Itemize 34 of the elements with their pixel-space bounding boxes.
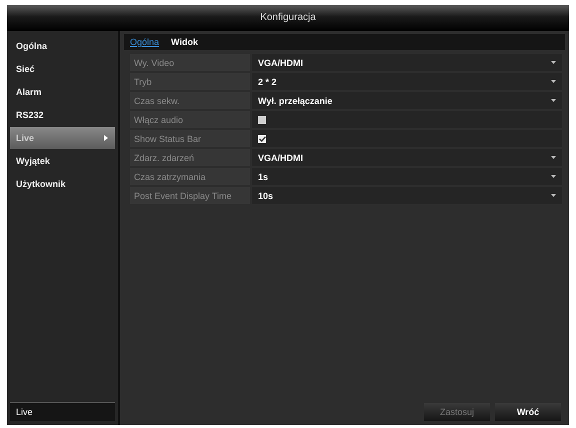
arrow-icon	[104, 135, 108, 141]
caret-icon	[551, 61, 556, 64]
sidebar-item[interactable]: Alarm	[10, 81, 115, 103]
checkbox[interactable]	[258, 134, 266, 142]
dropdown[interactable]: 10s	[252, 187, 562, 204]
caret-icon	[551, 99, 556, 102]
caret-icon	[551, 194, 556, 197]
setting-label: Włącz audio	[130, 111, 250, 128]
setting-label: Wy. Video	[130, 54, 250, 71]
dropdown[interactable]: Wył. przełączanie	[252, 92, 562, 109]
checkbox[interactable]	[258, 116, 266, 124]
sidebar-item[interactable]: Użytkownik	[10, 173, 115, 195]
window-title: Konfiguracja	[7, 5, 569, 31]
tab[interactable]: Widok	[171, 37, 198, 47]
dropdown[interactable]: 2 * 2	[252, 73, 562, 90]
setting-label: Tryb	[130, 73, 250, 90]
sidebar-item[interactable]: Sieć	[10, 58, 115, 80]
dropdown[interactable]: 1s	[252, 168, 562, 185]
dropdown[interactable]: VGA/HDMI	[252, 149, 562, 166]
caret-icon	[551, 156, 556, 159]
setting-label: Czas zatrzymania	[130, 168, 250, 185]
dropdown[interactable]: VGA/HDMI	[252, 54, 562, 71]
tab[interactable]: Ogólna	[130, 37, 160, 47]
setting-label: Zdarz. zdarzeń	[130, 149, 250, 166]
setting-label: Show Status Bar	[130, 130, 250, 147]
sidebar-item[interactable]: RS232	[10, 104, 115, 126]
sidebar-item[interactable]: Wyjątek	[10, 150, 115, 172]
setting-label: Czas sekw.	[130, 92, 250, 109]
sidebar-footer: Live	[10, 402, 115, 421]
setting-label: Post Event Display Time	[130, 187, 250, 204]
sidebar-item[interactable]: Ogólna	[10, 35, 115, 57]
caret-icon	[551, 80, 556, 83]
action-button[interactable]: Wróć	[495, 403, 561, 421]
caret-icon	[551, 175, 556, 178]
